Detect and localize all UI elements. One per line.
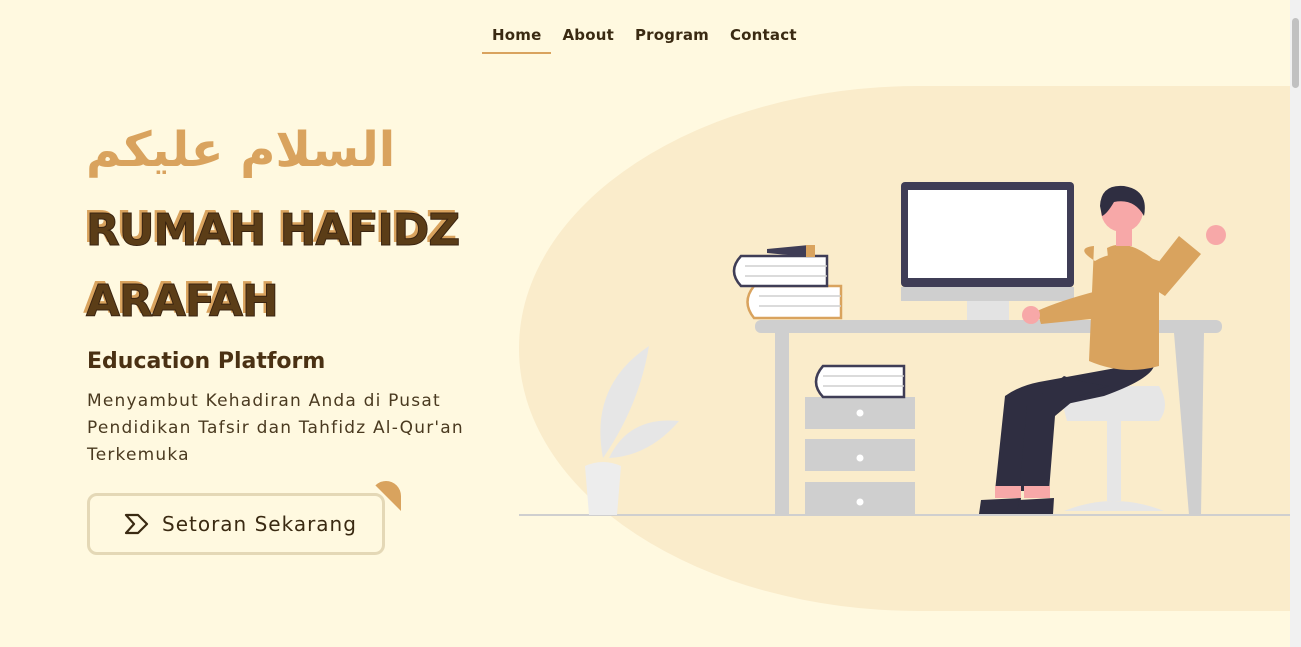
nav-about[interactable]: About bbox=[552, 22, 624, 54]
main-nav: Home About Program Contact bbox=[482, 22, 808, 54]
hero-title-line1: RUMAH HAFIDZ bbox=[85, 205, 460, 257]
nav-program[interactable]: Program bbox=[625, 22, 719, 54]
hero-title-line2: ARAFAH bbox=[86, 276, 280, 328]
hero-subtitle: Education Platform bbox=[87, 349, 326, 374]
scrollbar-thumb[interactable] bbox=[1292, 18, 1299, 88]
hero-description: Menyambut Kehadiran Anda di Pusat Pendid… bbox=[87, 391, 464, 465]
setoran-button[interactable]: Setoran Sekarang bbox=[87, 493, 385, 555]
chevron-right-icon bbox=[124, 513, 149, 535]
nav-home[interactable]: Home bbox=[482, 22, 552, 54]
arabic-greeting: السلام عليكم bbox=[86, 122, 396, 178]
desk-illustration bbox=[519, 182, 1290, 516]
nav-contact[interactable]: Contact bbox=[720, 22, 807, 54]
vertical-scrollbar[interactable] bbox=[1290, 0, 1301, 647]
setoran-button-label: Setoran Sekarang bbox=[162, 512, 357, 536]
